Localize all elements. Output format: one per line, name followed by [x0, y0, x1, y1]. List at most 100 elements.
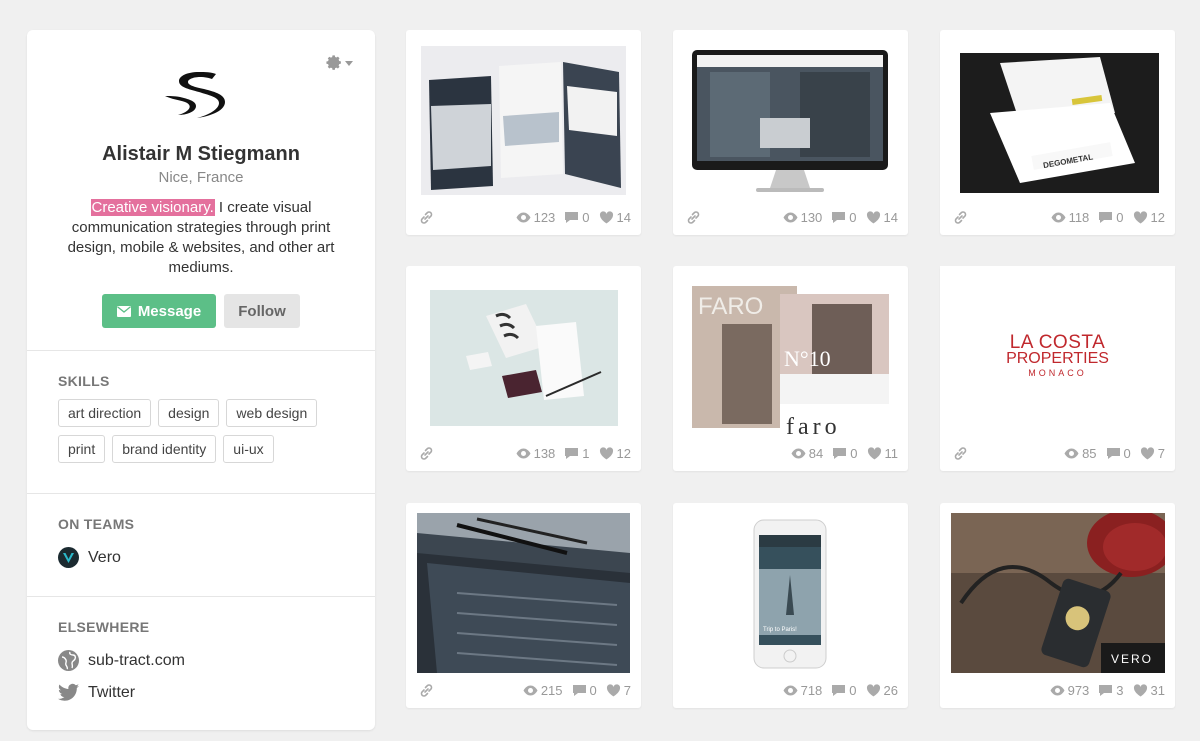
- heart-icon: [1133, 210, 1147, 223]
- views-count: 123: [516, 209, 556, 225]
- project-card[interactable]: 130 0 14: [673, 30, 908, 235]
- comments-count: 0: [572, 683, 597, 698]
- comments-value: 0: [1116, 209, 1124, 225]
- comments-value: 0: [849, 682, 857, 698]
- project-thumbnail[interactable]: Trip to Paris!: [753, 519, 827, 669]
- likes-count[interactable]: 26: [866, 683, 898, 698]
- eye-icon: [523, 685, 538, 695]
- faro-small-text: faro: [786, 414, 841, 436]
- link-twitter[interactable]: Twitter: [58, 682, 135, 703]
- likes-count[interactable]: 14: [599, 210, 631, 225]
- project-stats: 123 0 14: [418, 208, 631, 226]
- comment-icon: [833, 447, 847, 459]
- comment-icon: [832, 684, 846, 696]
- link-icon[interactable]: [952, 209, 969, 226]
- eye-icon: [1050, 685, 1065, 695]
- project-card[interactable]: Trip to Paris! 718 0 26: [673, 503, 908, 708]
- link-icon[interactable]: [418, 445, 435, 462]
- views-value: 85: [1082, 445, 1097, 461]
- skills-section: SKILLS art direction design web design p…: [27, 350, 375, 493]
- project-card[interactable]: 138 1 12: [406, 266, 641, 471]
- la-costa-line-1: LA COSTA: [1009, 332, 1106, 353]
- elsewhere-section: ELSEWHERE sub-tract.com Twitter: [27, 596, 375, 730]
- likes-value: 14: [616, 209, 631, 225]
- project-card[interactable]: FARO N°10 faro 84 0 11: [673, 266, 908, 471]
- link-icon[interactable]: [418, 209, 435, 226]
- project-card[interactable]: 123 0 14: [406, 30, 641, 235]
- vero-brand-text: VERO: [1111, 652, 1153, 666]
- project-card[interactable]: 215 0 7: [406, 503, 641, 708]
- project-card[interactable]: LA COSTA PROPERTIES MONACO 85 0 7: [940, 266, 1175, 471]
- heart-icon: [599, 446, 613, 459]
- faro-magazine-thumbnail-art: FARO N°10 faro: [692, 284, 889, 436]
- project-thumbnail[interactable]: DEGOMETAL: [960, 53, 1159, 193]
- skill-tag[interactable]: web design: [226, 399, 318, 427]
- skill-tag[interactable]: art direction: [58, 399, 152, 427]
- magazine-thumbnail-art: [421, 46, 626, 195]
- project-card[interactable]: DEGOMETAL 118 0 12: [940, 30, 1175, 235]
- link-icon[interactable]: [418, 682, 435, 699]
- team-name: Vero: [88, 548, 121, 566]
- likes-count[interactable]: 14: [866, 210, 898, 225]
- teams-title: ON TEAMS: [58, 516, 135, 532]
- team-item-vero[interactable]: Vero: [58, 547, 121, 568]
- comments-count: 0: [1106, 446, 1131, 461]
- likes-value: 12: [616, 445, 631, 461]
- likes-count[interactable]: 12: [599, 446, 631, 461]
- comments-count: 0: [831, 682, 857, 698]
- project-stats: 85 0 7: [952, 444, 1165, 462]
- skill-tag[interactable]: print: [58, 435, 106, 463]
- comment-icon: [565, 447, 579, 459]
- profile-card: Alistair M Stiegmann Nice, France Creati…: [27, 30, 375, 730]
- comments-value: 0: [1123, 445, 1131, 461]
- profile-name: Alistair M Stiegmann: [102, 143, 300, 165]
- likes-count[interactable]: 11: [867, 446, 898, 461]
- link-icon[interactable]: [952, 445, 969, 462]
- comments-value: 3: [1116, 682, 1124, 698]
- comment-icon: [565, 211, 579, 223]
- gear-icon: [326, 55, 341, 70]
- project-thumbnail[interactable]: [421, 46, 626, 195]
- avatar[interactable]: [159, 70, 235, 120]
- views-count: 973: [1050, 682, 1090, 698]
- comments-count: 0: [1098, 209, 1124, 225]
- views-count: 215: [523, 683, 563, 698]
- eye-icon: [1064, 448, 1079, 458]
- project-thumbnail[interactable]: VERO: [951, 513, 1165, 673]
- likes-count[interactable]: 7: [606, 683, 631, 698]
- likes-value: 7: [1157, 445, 1165, 461]
- project-stats: 118 0 12: [952, 208, 1165, 226]
- link-website[interactable]: sub-tract.com: [58, 650, 185, 671]
- eye-icon: [783, 212, 798, 222]
- views-value: 973: [1067, 682, 1090, 698]
- settings-menu[interactable]: [326, 54, 353, 71]
- likes-count[interactable]: 7: [1140, 446, 1165, 461]
- project-thumbnail[interactable]: [690, 48, 890, 198]
- link-icon[interactable]: [685, 209, 702, 226]
- skill-tag[interactable]: ui-ux: [223, 435, 274, 463]
- eye-icon: [516, 212, 531, 222]
- bio-highlight: Creative visionary.: [90, 199, 215, 216]
- follow-button[interactable]: Follow: [224, 294, 300, 328]
- views-value: 84: [808, 445, 824, 461]
- likes-count[interactable]: 31: [1133, 683, 1165, 698]
- project-card[interactable]: VERO 973 3 31: [940, 503, 1175, 708]
- boxing-phone-thumbnail-art: VERO: [951, 513, 1165, 673]
- likes-count[interactable]: 12: [1133, 210, 1165, 225]
- project-thumbnail[interactable]: LA COSTA PROPERTIES MONACO: [940, 266, 1175, 436]
- skill-tag[interactable]: brand identity: [112, 435, 217, 463]
- comments-value: 0: [850, 445, 858, 461]
- chevron-down-icon: [345, 61, 353, 66]
- project-thumbnail[interactable]: FARO N°10 faro: [692, 284, 889, 436]
- project-stats: 718 0 26: [774, 681, 898, 699]
- project-thumbnail[interactable]: [426, 286, 622, 430]
- skill-tag[interactable]: design: [158, 399, 220, 427]
- comments-value: 0: [849, 209, 857, 225]
- views-value: 123: [533, 209, 556, 225]
- eye-icon: [1051, 212, 1066, 222]
- comments-count: 1: [564, 446, 590, 461]
- message-button[interactable]: Message: [102, 294, 216, 328]
- likes-value: 26: [883, 682, 898, 698]
- views-count: 85: [1064, 445, 1097, 461]
- project-thumbnail[interactable]: [417, 513, 630, 673]
